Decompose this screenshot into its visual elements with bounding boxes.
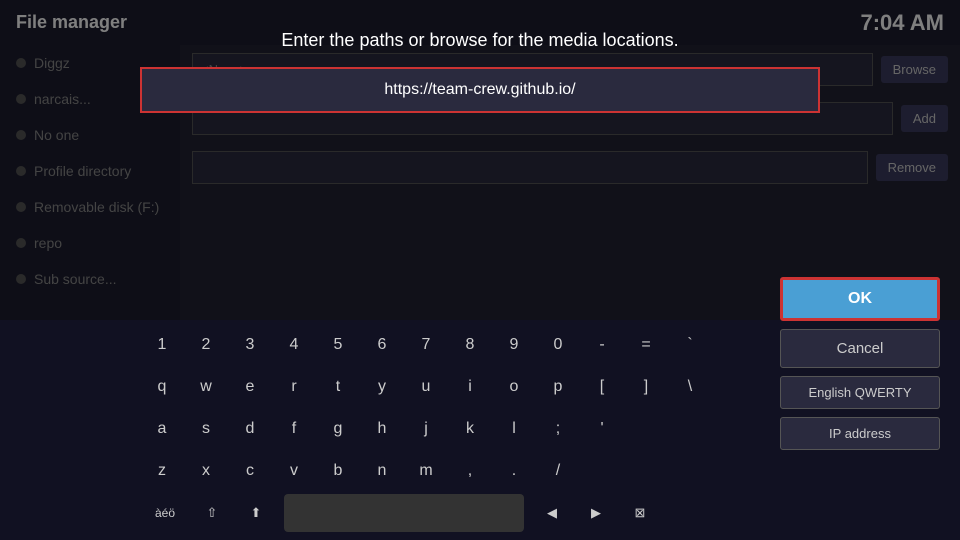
key-w[interactable]: w xyxy=(184,368,228,406)
key-8[interactable]: 8 xyxy=(448,326,492,364)
dialog-prompt: Enter the paths or browse for the media … xyxy=(281,30,678,51)
key-v[interactable]: v xyxy=(272,452,316,490)
spacebar[interactable] xyxy=(284,494,524,532)
url-input-container xyxy=(140,67,820,113)
key-7[interactable]: 7 xyxy=(404,326,448,364)
key-equals[interactable]: = xyxy=(624,326,668,364)
key-l[interactable]: l xyxy=(492,410,536,448)
key-j[interactable]: j xyxy=(404,410,448,448)
cancel-button[interactable]: Cancel xyxy=(780,329,940,368)
key-n[interactable]: n xyxy=(360,452,404,490)
key-d[interactable]: d xyxy=(228,410,272,448)
key-p[interactable]: p xyxy=(536,368,580,406)
key-special-char[interactable]: ⇧ xyxy=(190,494,234,532)
key-quote[interactable]: ' xyxy=(580,410,624,448)
key-s[interactable]: s xyxy=(184,410,228,448)
key-minus[interactable]: - xyxy=(580,326,624,364)
key-left[interactable]: ◀ xyxy=(530,494,574,532)
key-h[interactable]: h xyxy=(360,410,404,448)
ip-address-button[interactable]: IP address xyxy=(780,417,940,450)
keyboard-row-special: àéö ⇧ ⬆ ◀ ▶ ⊠ xyxy=(0,492,960,534)
key-z[interactable]: z xyxy=(140,452,184,490)
key-g[interactable]: g xyxy=(316,410,360,448)
key-backslash[interactable]: \ xyxy=(668,368,712,406)
key-rbracket[interactable]: ] xyxy=(624,368,668,406)
shift-key[interactable]: ⬆ xyxy=(234,494,278,532)
keyboard-layout-button[interactable]: English QWERTY xyxy=(780,376,940,409)
key-2[interactable]: 2 xyxy=(184,326,228,364)
key-r[interactable]: r xyxy=(272,368,316,406)
key-9[interactable]: 9 xyxy=(492,326,536,364)
key-a[interactable]: a xyxy=(140,410,184,448)
key-e[interactable]: e xyxy=(228,368,272,406)
key-3[interactable]: 3 xyxy=(228,326,272,364)
key-c[interactable]: c xyxy=(228,452,272,490)
key-slash[interactable]: / xyxy=(536,452,580,490)
key-lbracket[interactable]: [ xyxy=(580,368,624,406)
key-o[interactable]: o xyxy=(492,368,536,406)
key-1[interactable]: 1 xyxy=(140,326,184,364)
key-period[interactable]: . xyxy=(492,452,536,490)
key-0[interactable]: 0 xyxy=(536,326,580,364)
backspace-key[interactable]: ⊠ xyxy=(618,494,662,532)
key-f[interactable]: f xyxy=(272,410,316,448)
key-b[interactable]: b xyxy=(316,452,360,490)
key-i[interactable]: i xyxy=(448,368,492,406)
key-right[interactable]: ▶ xyxy=(574,494,618,532)
key-5[interactable]: 5 xyxy=(316,326,360,364)
ok-button[interactable]: OK xyxy=(780,277,940,321)
key-q[interactable]: q xyxy=(140,368,184,406)
key-6[interactable]: 6 xyxy=(360,326,404,364)
url-input[interactable] xyxy=(144,71,816,109)
key-accents[interactable]: àéö xyxy=(140,494,190,532)
key-4[interactable]: 4 xyxy=(272,326,316,364)
key-k[interactable]: k xyxy=(448,410,492,448)
key-comma[interactable]: , xyxy=(448,452,492,490)
key-t[interactable]: t xyxy=(316,368,360,406)
key-m[interactable]: m xyxy=(404,452,448,490)
key-backtick[interactable]: ` xyxy=(668,326,712,364)
key-y[interactable]: y xyxy=(360,368,404,406)
key-x[interactable]: x xyxy=(184,452,228,490)
action-buttons-panel: OK Cancel English QWERTY IP address xyxy=(780,277,940,450)
keyboard-row-zxcv: z x c v b n m , . / xyxy=(0,450,960,492)
key-semicolon[interactable]: ; xyxy=(536,410,580,448)
key-u[interactable]: u xyxy=(404,368,448,406)
